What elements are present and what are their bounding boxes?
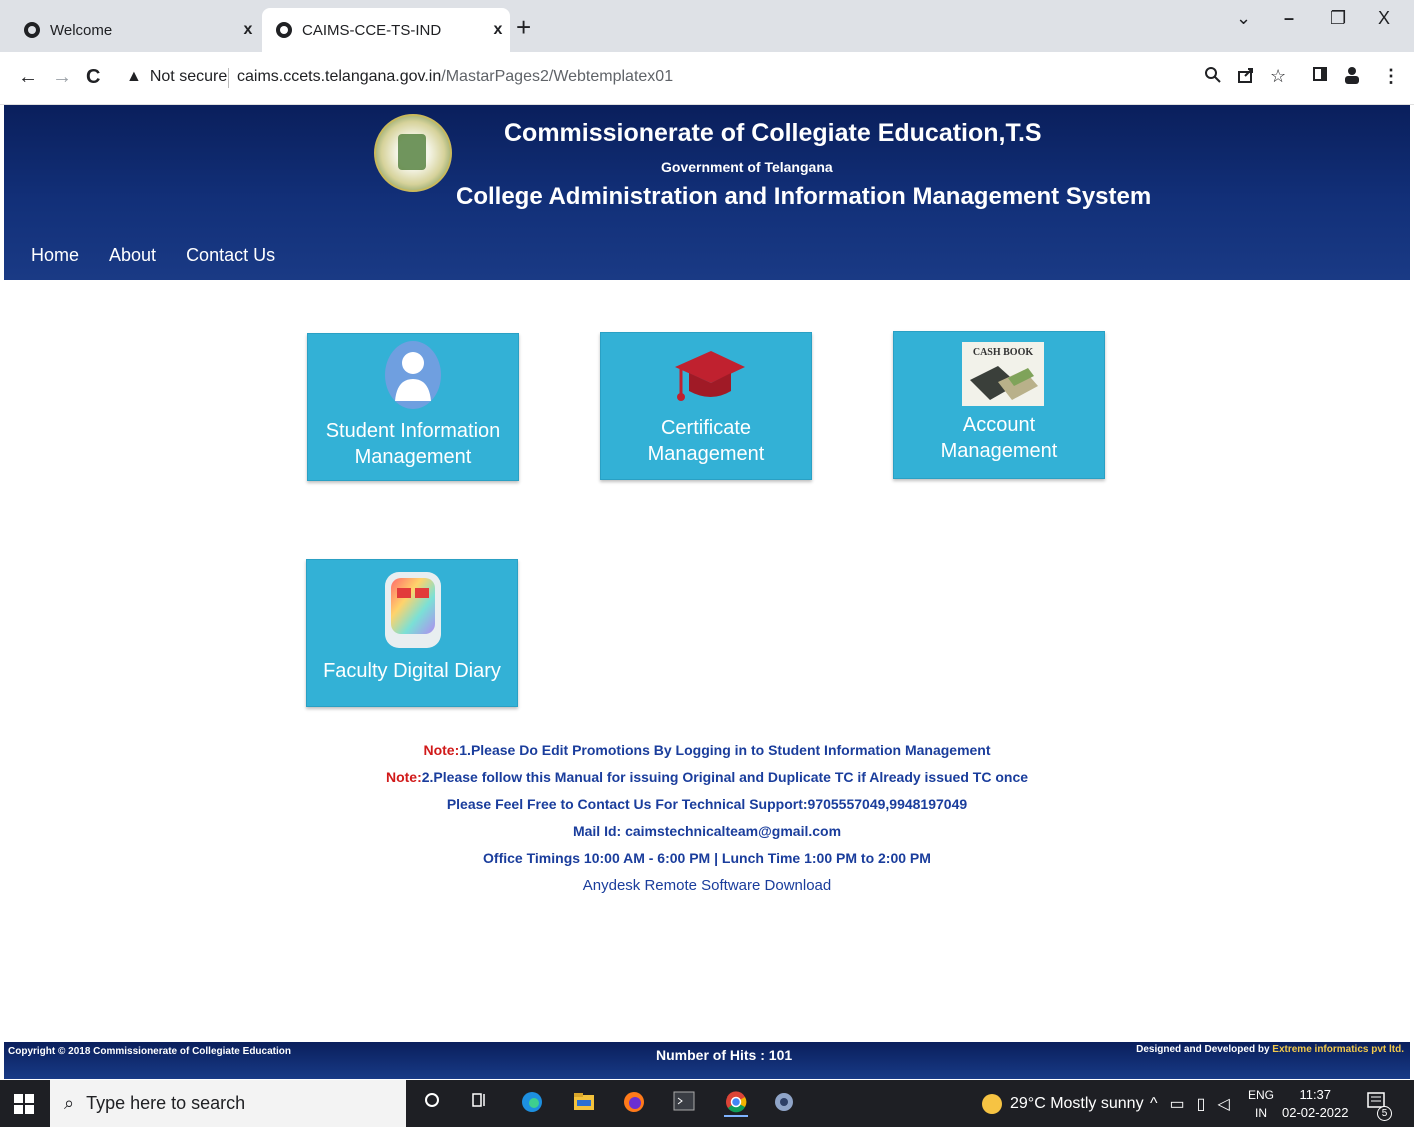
- chevron-up-icon[interactable]: ^: [1150, 1095, 1158, 1113]
- menu-about[interactable]: About: [109, 245, 156, 266]
- file-explorer-icon[interactable]: [572, 1091, 596, 1115]
- close-window-button[interactable]: X: [1378, 8, 1390, 29]
- divider: [228, 68, 229, 88]
- tab-caims[interactable]: CAIMS-CCE-TS-IND x: [262, 8, 510, 52]
- globe-icon: [276, 22, 292, 38]
- browser-tab-bar: Welcome x CAIMS-CCE-TS-IND x + ⌄ – ❐ X: [0, 0, 1414, 52]
- url-path: /MastarPages2/Webtemplatex01: [441, 68, 674, 85]
- task-view-icon[interactable]: [468, 1091, 492, 1115]
- taskbar-clock[interactable]: 11:37 02-02-2022: [1282, 1086, 1349, 1122]
- taskbar-search-box[interactable]: ⌕ Type here to search: [50, 1080, 406, 1127]
- mail-id: Mail Id: caimstechnicalteam@gmail.com: [572, 823, 842, 839]
- tab-search-dropdown-icon[interactable]: ⌄: [1236, 8, 1251, 29]
- note-text: 2.Please follow this Manual for issuing …: [421, 769, 1029, 785]
- warning-icon: ▲: [126, 68, 142, 85]
- student-icon: [385, 341, 441, 409]
- network-icon[interactable]: ▭: [1170, 1094, 1185, 1114]
- graduation-cap-icon: [675, 351, 745, 401]
- star-icon[interactable]: ☆: [1270, 66, 1286, 87]
- notification-center-icon[interactable]: 5: [1364, 1091, 1392, 1121]
- system-tray: ^ ▭ ▯ ◁: [1150, 1080, 1230, 1127]
- url-field[interactable]: caims.ccets.telangana.gov.in/MastarPages…: [237, 68, 673, 86]
- maximize-button[interactable]: ❐: [1330, 8, 1346, 29]
- digital-clock-icon: [385, 572, 441, 648]
- back-button[interactable]: ←: [18, 66, 38, 89]
- tile-label: Certificate Management: [647, 417, 765, 465]
- note-prefix: Note:: [385, 769, 422, 785]
- minimize-button[interactable]: –: [1284, 8, 1294, 29]
- notes-section: Note:1.Please Do Edit Promotions By Logg…: [300, 737, 1114, 899]
- account-management-tile[interactable]: CASH BOOK Account Management: [893, 331, 1105, 479]
- volume-icon[interactable]: ◁: [1217, 1094, 1229, 1114]
- tab-close-button[interactable]: x: [486, 21, 510, 39]
- menu-icon[interactable]: ⋮: [1382, 66, 1400, 87]
- main-menu: Home About Contact Us: [31, 245, 275, 266]
- developer-credit-prefix: Designed and Developed by: [1136, 1044, 1273, 1055]
- weather-text: 29°C Mostly sunny: [1010, 1094, 1144, 1112]
- student-information-management-tile[interactable]: Student Information Management: [307, 333, 519, 481]
- support-contact: Please Feel Free to Contact Us For Techn…: [446, 796, 968, 812]
- clock-date: 02-02-2022: [1282, 1105, 1349, 1120]
- telangana-emblem-logo: [374, 114, 452, 192]
- cash-book-text: CASH BOOK: [973, 347, 1034, 358]
- certificate-management-tile[interactable]: Certificate Management: [600, 332, 812, 480]
- menu-home[interactable]: Home: [31, 245, 79, 266]
- weather-widget[interactable]: 29°C Mostly sunny: [982, 1080, 1144, 1127]
- header-title: Commissionerate of Collegiate Education,…: [504, 119, 1042, 147]
- battery-icon[interactable]: ▯: [1197, 1094, 1206, 1114]
- cash-book-icon: CASH BOOK: [962, 342, 1044, 406]
- note-prefix: Note:: [423, 742, 460, 758]
- note-1: Note:1.Please Do Edit Promotions By Logg…: [300, 737, 1114, 764]
- cortana-icon[interactable]: [420, 1091, 444, 1115]
- system-name: College Administration and Information M…: [456, 183, 1152, 210]
- new-tab-button[interactable]: +: [516, 12, 531, 43]
- developer-credit: Designed and Developed by Extreme inform…: [1136, 1044, 1404, 1055]
- chrome-icon[interactable]: [724, 1091, 748, 1117]
- zoom-icon[interactable]: [1204, 66, 1222, 89]
- security-indicator[interactable]: ▲ Not secure: [126, 68, 227, 86]
- developer-link[interactable]: Extreme informatics pvt ltd.: [1272, 1044, 1404, 1055]
- globe-icon: [24, 22, 40, 38]
- terminal-icon[interactable]: [672, 1091, 696, 1115]
- tab-welcome[interactable]: Welcome x: [10, 8, 260, 52]
- office-timings: Office Timings 10:00 AM - 6:00 PM | Lunc…: [483, 850, 931, 866]
- lang-bottom: IN: [1255, 1106, 1267, 1120]
- copyright-text: Copyright © 2018 Commissionerate of Coll…: [8, 1046, 291, 1057]
- firefox-icon[interactable]: [622, 1091, 646, 1115]
- reload-button[interactable]: C: [86, 66, 100, 89]
- windows-start-icon[interactable]: [14, 1094, 34, 1114]
- address-bar: ← → C ▲ Not secure caims.ccets.telangana…: [0, 52, 1414, 105]
- language-indicator[interactable]: ENG IN: [1248, 1086, 1274, 1122]
- site-header: Commissionerate of Collegiate Education,…: [4, 105, 1410, 280]
- sidebar-icon[interactable]: [1312, 66, 1328, 87]
- tile-label: Student Information Management: [325, 420, 501, 468]
- url-host: caims.ccets.telangana.gov.in: [237, 68, 442, 85]
- tile-label: Faculty Digital Diary: [323, 660, 501, 682]
- clock-time: 11:37: [1299, 1087, 1332, 1102]
- search-icon: ⌕: [64, 1093, 75, 1113]
- tile-label: Account Management: [940, 414, 1058, 462]
- forward-button[interactable]: →: [52, 66, 72, 89]
- tab-title: Welcome: [50, 21, 113, 39]
- search-placeholder: Type here to search: [86, 1093, 246, 1113]
- site-footer: Copyright © 2018 Commissionerate of Coll…: [4, 1042, 1410, 1079]
- sun-icon: [982, 1093, 1002, 1114]
- note-text: 1.Please Do Edit Promotions By Logging i…: [459, 742, 991, 758]
- hit-counter: Number of Hits : 101: [656, 1047, 793, 1063]
- header-subtitle: Government of Telangana: [661, 159, 833, 175]
- edge-icon[interactable]: [520, 1091, 544, 1115]
- windows-taskbar: ⌕ Type here to search 29°C Mostly sunny …: [0, 1080, 1414, 1127]
- tab-title: CAIMS-CCE-TS-IND: [302, 21, 442, 39]
- app-icon[interactable]: [772, 1091, 796, 1115]
- share-icon[interactable]: [1237, 66, 1255, 89]
- tab-close-button[interactable]: x: [236, 21, 260, 39]
- note-2[interactable]: Note:2.Please follow this Manual for iss…: [300, 764, 1114, 791]
- notification-count: 5: [1377, 1106, 1392, 1121]
- security-label: Not secure: [149, 68, 228, 85]
- faculty-digital-diary-tile[interactable]: Faculty Digital Diary: [306, 559, 518, 707]
- anydesk-download-link[interactable]: Anydesk Remote Software Download: [300, 872, 1114, 899]
- profile-icon[interactable]: [1344, 66, 1360, 89]
- menu-contact-us[interactable]: Contact Us: [186, 245, 275, 266]
- lang-top: ENG: [1248, 1088, 1275, 1102]
